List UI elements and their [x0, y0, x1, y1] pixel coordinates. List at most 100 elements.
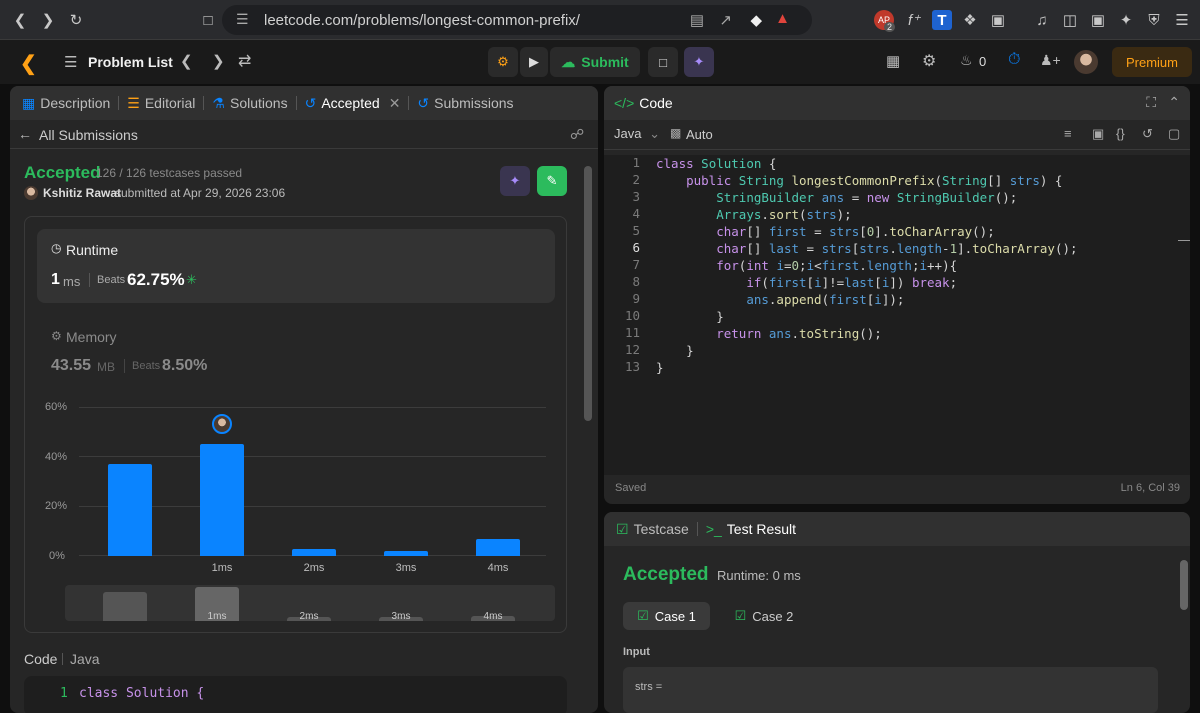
- input-value: strs =: [635, 681, 663, 693]
- run-button[interactable]: ▶: [520, 47, 548, 77]
- submitter-name[interactable]: Kshitiz Rawat: [43, 186, 121, 200]
- streak-count: 0: [979, 54, 987, 69]
- case-2-button[interactable]: ☑ Case 2: [724, 602, 804, 630]
- prev-problem-icon[interactable]: ❮: [180, 52, 193, 70]
- site-info-icon[interactable]: ☰: [236, 11, 249, 28]
- code-line[interactable]: ans.append(first[i]);: [656, 291, 904, 308]
- bookmark-icon[interactable]: ▣: [1092, 126, 1104, 142]
- formula-extension-icon[interactable]: f⁺: [904, 10, 924, 30]
- translate-extension-icon[interactable]: T: [932, 10, 952, 30]
- address-bar[interactable]: ☰ leetcode.com/problems/longest-common-p…: [222, 5, 812, 35]
- tab-editorial[interactable]: ☰ Editorial: [119, 95, 203, 112]
- bookmark-icon[interactable]: □: [198, 10, 218, 30]
- reader-icon[interactable]: ▤: [690, 11, 704, 29]
- runtime-card[interactable]: ◷ Runtime 1 ms Beats 62.75% ✳: [37, 229, 555, 303]
- forward-icon[interactable]: ❯: [38, 10, 58, 30]
- avatar[interactable]: [1074, 50, 1098, 74]
- link-icon[interactable]: ☍: [570, 126, 584, 143]
- tab-description[interactable]: ▦ Description: [10, 95, 118, 112]
- range-tick: 3ms: [391, 611, 411, 621]
- back-icon[interactable]: ❮: [10, 10, 30, 30]
- reload-icon[interactable]: ↻: [66, 10, 86, 30]
- code-line[interactable]: char[] last = strs[strs.length-1].toChar…: [656, 240, 1077, 257]
- timer-icon[interactable]: ⏱: [1008, 51, 1020, 69]
- next-problem-icon[interactable]: ❯: [212, 52, 225, 70]
- ai-analyze-button[interactable]: ✦: [500, 166, 530, 196]
- fullscreen-icon[interactable]: ⛶: [1146, 94, 1156, 111]
- brave-rewards-icon[interactable]: ▲: [775, 10, 790, 27]
- code-line[interactable]: }: [656, 308, 724, 325]
- range-selector[interactable]: 1ms 2ms 3ms 4ms: [65, 585, 555, 621]
- code-line[interactable]: Arrays.sort(strs);: [656, 206, 852, 223]
- result-scrollbar[interactable]: [1180, 560, 1188, 610]
- chart-bar[interactable]: [108, 464, 152, 556]
- tab-accepted[interactable]: ↺ Accepted ✕: [297, 95, 409, 112]
- music-icon[interactable]: ♫: [1032, 10, 1052, 30]
- reset-icon[interactable]: ↺: [1142, 126, 1153, 142]
- code-editor-panel: </> Code ⛶ ⌃ Java ⌄ ▩ Auto ≡ ▣ {} ↺ ▢ 1 c…: [604, 86, 1190, 504]
- settings-icon[interactable]: ⚙: [922, 51, 936, 71]
- tab-test-result[interactable]: >_ Test Result: [698, 521, 804, 537]
- problem-list-link[interactable]: Problem List: [88, 54, 173, 70]
- premium-button[interactable]: Premium: [1112, 47, 1192, 77]
- edit-solution-button[interactable]: ✎: [537, 166, 567, 196]
- braces-icon[interactable]: {}: [1116, 126, 1125, 141]
- settings-icon[interactable]: ▢: [1168, 126, 1180, 142]
- format-icon[interactable]: ≡: [1064, 126, 1072, 141]
- wallet-icon[interactable]: ▣: [1088, 10, 1108, 30]
- close-tab-icon[interactable]: ✕: [389, 95, 401, 112]
- streak-flame-icon[interactable]: ♨: [960, 52, 973, 69]
- puzzle-icon[interactable]: ❖: [960, 10, 980, 30]
- submit-label: Submit: [581, 54, 629, 70]
- code-line[interactable]: StringBuilder ans = new StringBuilder();: [656, 189, 1017, 206]
- code-line[interactable]: char[] first = strs[0].toCharArray();: [656, 223, 995, 240]
- code-line[interactable]: public String longestCommonPrefix(String…: [656, 172, 1062, 189]
- code-line[interactable]: }: [656, 359, 664, 376]
- case-1-button[interactable]: ☑ Case 1: [623, 602, 710, 630]
- runtime-distribution-chart[interactable]: [79, 407, 546, 556]
- submit-button[interactable]: ☁ Submit: [550, 47, 640, 77]
- debug-button[interactable]: ⚙: [488, 47, 518, 77]
- all-submissions-link[interactable]: All Submissions: [39, 127, 138, 143]
- leo-ai-icon[interactable]: ✦: [1116, 10, 1136, 30]
- code-line[interactable]: class Solution {: [656, 155, 776, 172]
- chart-bar[interactable]: [476, 539, 520, 556]
- leetcode-logo-icon[interactable]: ❮: [20, 51, 42, 75]
- sidebar-icon[interactable]: ◫: [1060, 10, 1080, 30]
- mode-label[interactable]: Auto: [686, 127, 713, 142]
- add-friend-icon[interactable]: ♟+: [1040, 52, 1061, 69]
- chart-bar[interactable]: [200, 444, 244, 556]
- notes-button[interactable]: □: [648, 47, 678, 77]
- vpn-icon[interactable]: ⛨: [1144, 10, 1164, 30]
- share-icon[interactable]: ↗: [719, 11, 732, 29]
- tab-solutions[interactable]: ⚗ Solutions: [204, 95, 295, 112]
- code-line[interactable]: }: [656, 342, 694, 359]
- brave-shield-icon[interactable]: ◆: [750, 11, 762, 29]
- list-icon[interactable]: ☰: [64, 53, 77, 71]
- code-line[interactable]: return ans.toString();: [656, 325, 882, 342]
- screenshot-icon[interactable]: ▣: [988, 10, 1008, 30]
- y-tick: 40%: [45, 451, 68, 463]
- left-scrollbar[interactable]: [584, 166, 592, 421]
- runtime-beats: 62.75%: [127, 270, 185, 289]
- menu-icon[interactable]: ☰: [1172, 10, 1192, 30]
- code-preview: 1 class Solution {: [24, 676, 567, 713]
- chart-bar[interactable]: [292, 549, 336, 556]
- code-line[interactable]: if(first[i]!=last[i]) break;: [656, 274, 957, 291]
- shuffle-icon[interactable]: ⇄: [238, 51, 251, 71]
- tab-testcase[interactable]: ☑ Testcase: [604, 521, 697, 538]
- memory-card[interactable]: ⚙ Memory 43.55 MB Beats 8.50%: [37, 317, 555, 377]
- editor-tab-bar: </> Code ⛶ ⌃: [604, 86, 1190, 120]
- chart-bar[interactable]: [384, 551, 428, 556]
- code-line[interactable]: for(int i=0;i<first.length;i++){: [656, 257, 957, 274]
- tab-submissions[interactable]: ↺ Submissions: [409, 95, 521, 112]
- language-select[interactable]: Java ⌄: [614, 126, 660, 142]
- code-editor[interactable]: 1 class Solution {2 public String longest…: [604, 155, 1190, 475]
- description-icon: ▦: [22, 94, 36, 111]
- ai-assist-button[interactable]: ✦: [684, 47, 714, 77]
- layout-icon[interactable]: ▦: [886, 52, 900, 70]
- collapse-icon[interactable]: ⌃: [1168, 94, 1180, 111]
- your-submission-marker[interactable]: [212, 414, 232, 434]
- back-arrow-icon[interactable]: ←: [18, 126, 32, 142]
- tab-code[interactable]: </> Code: [604, 95, 681, 111]
